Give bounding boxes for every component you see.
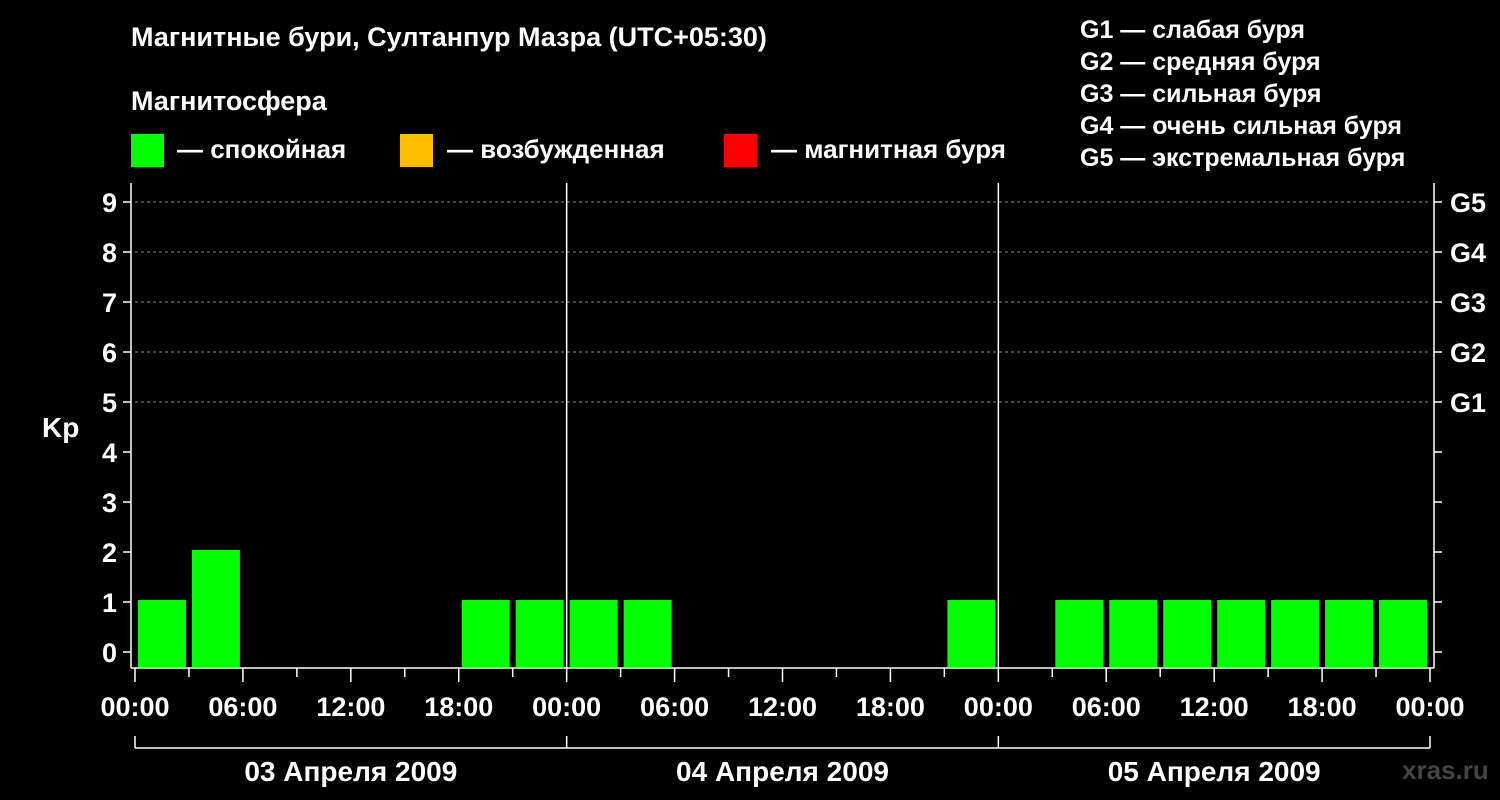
x-tick-label: 06:00	[208, 692, 277, 722]
x-tick-label: 12:00	[316, 692, 385, 722]
y-tick-label: 3	[102, 488, 117, 518]
y-tick-label: 9	[102, 188, 117, 218]
y-tick-label: 6	[102, 338, 117, 368]
kp-bar-chart: 0 1 2 3 4 5 6 7 8 9 G1 G2 G3 G4 G5 00:00 06:00 12:00 18:00…	[100, 183, 1486, 787]
x-tick-label: 00:00	[1395, 692, 1464, 722]
x-tick-label: 00:00	[100, 692, 169, 722]
g-level-label: G1	[1450, 388, 1486, 418]
kp-bar	[1109, 600, 1158, 667]
day-label: 04 Апреля 2009	[676, 756, 889, 787]
y-tick-label: 5	[102, 388, 117, 418]
y-tick-label: 8	[102, 238, 117, 268]
x-tick-label: 18:00	[424, 692, 493, 722]
day-label: 05 Апреля 2009	[1108, 756, 1321, 787]
g-level-label: G4	[1450, 238, 1486, 268]
g-level-label: G5	[1450, 188, 1486, 218]
x-tick-label: 18:00	[856, 692, 925, 722]
x-tick-label: 06:00	[640, 692, 709, 722]
y-tick-label: 4	[102, 438, 117, 468]
x-tick-label: 00:00	[964, 692, 1033, 722]
kp-bar	[947, 600, 996, 667]
kp-bar	[138, 600, 186, 667]
x-tick-label: 00:00	[532, 692, 601, 722]
kp-bar	[569, 600, 618, 667]
kp-bar	[1163, 600, 1212, 667]
kp-bar	[515, 600, 564, 667]
g-level-label: G3	[1450, 288, 1486, 318]
x-tick-label: 12:00	[1180, 692, 1249, 722]
y-tick-label: 1	[102, 588, 117, 618]
kp-bar	[1217, 600, 1266, 667]
y-tick-label: 0	[102, 638, 117, 668]
y-tick-label: 7	[102, 288, 117, 318]
day-label: 03 Апреля 2009	[244, 756, 457, 787]
kp-bar	[623, 600, 672, 667]
x-tick-label: 18:00	[1288, 692, 1357, 722]
kp-bar	[191, 550, 240, 667]
kp-bar	[1271, 600, 1320, 667]
site-credit: xras.ru	[1402, 755, 1489, 785]
kp-bar	[461, 600, 510, 667]
g-level-label: G2	[1450, 338, 1486, 368]
x-tick-label: 06:00	[1072, 692, 1141, 722]
x-tick-label: 12:00	[748, 692, 817, 722]
kp-bar	[1379, 600, 1427, 667]
kp-bar	[1325, 600, 1374, 667]
y-tick-label: 2	[102, 538, 117, 568]
kp-bar	[1055, 600, 1104, 667]
